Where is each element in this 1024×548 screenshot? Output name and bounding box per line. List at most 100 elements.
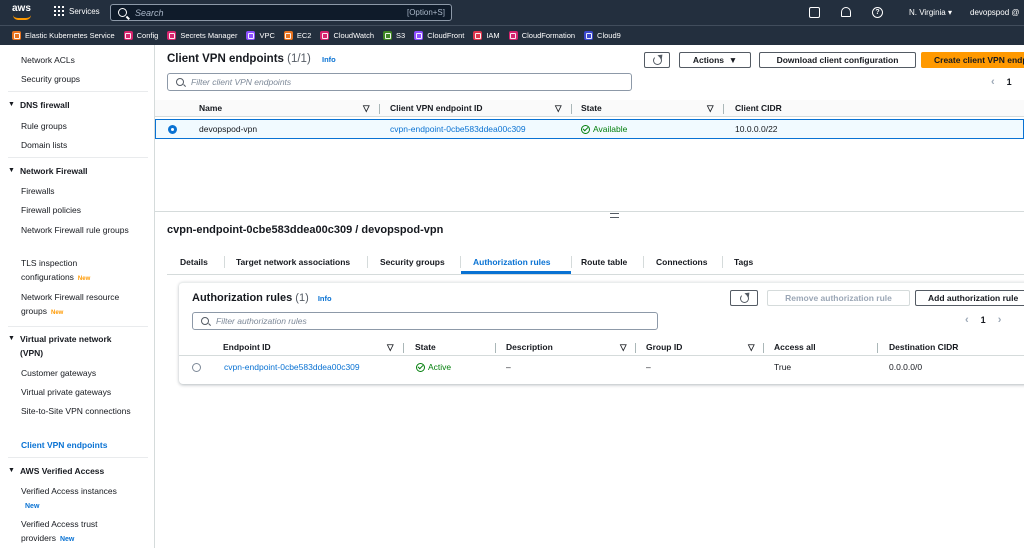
search-input[interactable] [135,7,385,18]
sidebar-item-network-firewall-resource-groups[interactable]: Network Firewall resource groups New [21,290,141,320]
check-circle-icon [416,362,425,372]
chevron-left-icon[interactable]: ‹ [991,76,995,88]
refresh-button[interactable] [644,52,670,68]
sidebar-section-dns-firewall[interactable]: ▼ DNS firewall [8,98,143,112]
service-icon [320,31,330,40]
sort-icon[interactable]: ▽ [363,103,370,114]
favorite-cloud9[interactable]: Cloud9 [584,31,621,40]
col-client-cidr[interactable]: Client CIDR [735,103,782,113]
row-radio[interactable] [192,363,201,372]
services-menu[interactable]: Services [54,6,100,16]
new-badge: New [59,536,75,543]
remove-authorization-rule-button[interactable]: Remove authorization rule [767,290,910,306]
tab-route-table[interactable]: Route table [581,257,627,267]
favorite-s3[interactable]: S3 [383,31,405,40]
sidebar-item-firewalls[interactable]: Firewalls [21,184,141,198]
endpoints-panel-title: Client VPN endpoints (1/1) Info [167,53,336,65]
caret-down-icon: ▼ [8,167,15,174]
authorization-rules-filter[interactable] [192,312,658,330]
tab-authorization-rules[interactable]: Authorization rules [473,257,550,267]
favorite-ec2[interactable]: EC2 [283,31,311,40]
col-destination-cidr[interactable]: Destination CIDR [889,342,958,352]
sidebar-item-domain-lists[interactable]: Domain lists [21,138,141,152]
chevron-right-icon[interactable]: › [998,314,1002,326]
sidebar-item-firewall-policies[interactable]: Firewall policies [21,203,141,217]
endpoint-name: devopspod-vpn [199,124,258,134]
col-state[interactable]: State [581,103,602,113]
authorization-rules-pagination: ‹ 1 › [965,314,1001,326]
col-name[interactable]: Name [199,103,222,113]
service-icon [473,31,483,40]
info-link[interactable]: Info [322,55,336,64]
tab-target-network-associations[interactable]: Target network associations [236,257,350,267]
sidebar-item-client-vpn-endpoints[interactable]: Client VPN endpoints [21,438,141,452]
sidebar-item-site-to-site-vpn[interactable]: Site-to-Site VPN connections [21,404,141,418]
drag-handle-icon[interactable] [610,213,619,218]
group-id: – [646,362,651,372]
table-row[interactable]: devopspod-vpn cvpn-endpoint-0cbe583ddea0… [155,119,1024,139]
authorization-rules-filter-input[interactable] [216,316,634,326]
favorite-config[interactable]: Config [123,31,158,40]
sort-icon[interactable]: ▽ [555,103,562,114]
sidebar-item-network-acls[interactable]: Network ACLs [21,53,141,67]
cloudshell-icon[interactable] [809,7,820,18]
sidebar-item-verified-access-instances[interactable]: Verified Access instances New [21,484,141,514]
actions-dropdown[interactable]: Actions ▼ [679,52,751,68]
table-row[interactable]: cvpn-endpoint-0cbe583ddea00c309 Active –… [179,358,1024,378]
chevron-left-icon[interactable]: ‹ [965,314,969,326]
tab-security-groups[interactable]: Security groups [380,257,445,267]
help-icon[interactable]: ? [872,7,883,18]
detail-title: cvpn-endpoint-0cbe583ddea00c309 / devops… [167,224,444,236]
sidebar-section-network-firewall[interactable]: ▼ Network Firewall [8,164,143,178]
col-description[interactable]: Description [506,342,553,352]
col-endpoint-id[interactable]: Endpoint ID [223,342,271,352]
sidebar-item-customer-gateways[interactable]: Customer gateways [21,366,141,380]
favorite-iam[interactable]: IAM [473,31,500,40]
sort-icon[interactable]: ▽ [748,342,755,353]
col-access-all[interactable]: Access all [774,342,816,352]
sort-icon[interactable]: ▽ [620,342,627,353]
global-search[interactable]: [Option+S] [110,4,452,21]
refresh-button[interactable] [730,290,758,306]
tab-connections[interactable]: Connections [656,257,707,267]
search-icon [201,317,209,325]
sidebar-item-security-groups[interactable]: Security groups [21,72,141,86]
page-number[interactable]: 1 [981,315,986,325]
favorite-cloudfront[interactable]: CloudFront [414,31,464,40]
sidebar-item-virtual-private-gateways[interactable]: Virtual private gateways [21,385,141,399]
sidebar-item-network-firewall-rule-groups[interactable]: Network Firewall rule groups [21,223,141,237]
tab-tags[interactable]: Tags [734,257,753,267]
endpoint-id-link[interactable]: cvpn-endpoint-0cbe583ddea00c309 [390,124,526,134]
sidebar-item-verified-access-trust-providers[interactable]: Verified Access trust providers New [21,517,141,547]
service-icon [167,31,177,40]
sidebar-section-verified-access[interactable]: ▼ AWS Verified Access [8,464,143,478]
col-endpoint-id[interactable]: Client VPN endpoint ID [390,103,483,113]
download-client-configuration-button[interactable]: Download client configuration [759,52,916,68]
info-link[interactable]: Info [318,294,332,303]
favorite-cloudformation[interactable]: CloudFormation [508,31,575,40]
favorite-elastic-kubernetes-service[interactable]: Elastic Kubernetes Service [12,31,115,40]
sort-icon[interactable]: ▽ [707,103,714,114]
col-group-id[interactable]: Group ID [646,342,682,352]
region-selector[interactable]: N. Virginia ▾ [909,8,952,17]
row-radio[interactable] [168,125,177,134]
col-state[interactable]: State [415,342,436,352]
sidebar-section-vpn[interactable]: ▼ Virtual private network (VPN) [8,332,143,360]
sidebar-item-tls-inspection[interactable]: TLS inspection configurations New [21,256,141,286]
favorite-vpc[interactable]: VPC [246,31,275,40]
favorite-secrets-manager[interactable]: Secrets Manager [167,31,237,40]
notifications-bell-icon[interactable] [841,7,851,17]
account-menu[interactable]: devopspod @ [970,8,1024,17]
sort-icon[interactable]: ▽ [387,342,394,353]
aws-logo[interactable]: aws [12,4,34,20]
add-authorization-rule-button[interactable]: Add authorization rule [915,290,1024,306]
access-all: True [774,362,792,372]
page-number[interactable]: 1 [1007,77,1012,87]
favorite-cloudwatch[interactable]: CloudWatch [320,31,374,40]
endpoint-id-link[interactable]: cvpn-endpoint-0cbe583ddea00c309 [224,362,360,372]
sidebar-item-rule-groups[interactable]: Rule groups [21,119,141,133]
endpoints-filter[interactable] [167,73,632,91]
tab-details[interactable]: Details [180,257,208,267]
endpoints-filter-input[interactable] [191,77,608,87]
create-client-vpn-endpoint-button[interactable]: Create client VPN endpoint [921,52,1024,68]
